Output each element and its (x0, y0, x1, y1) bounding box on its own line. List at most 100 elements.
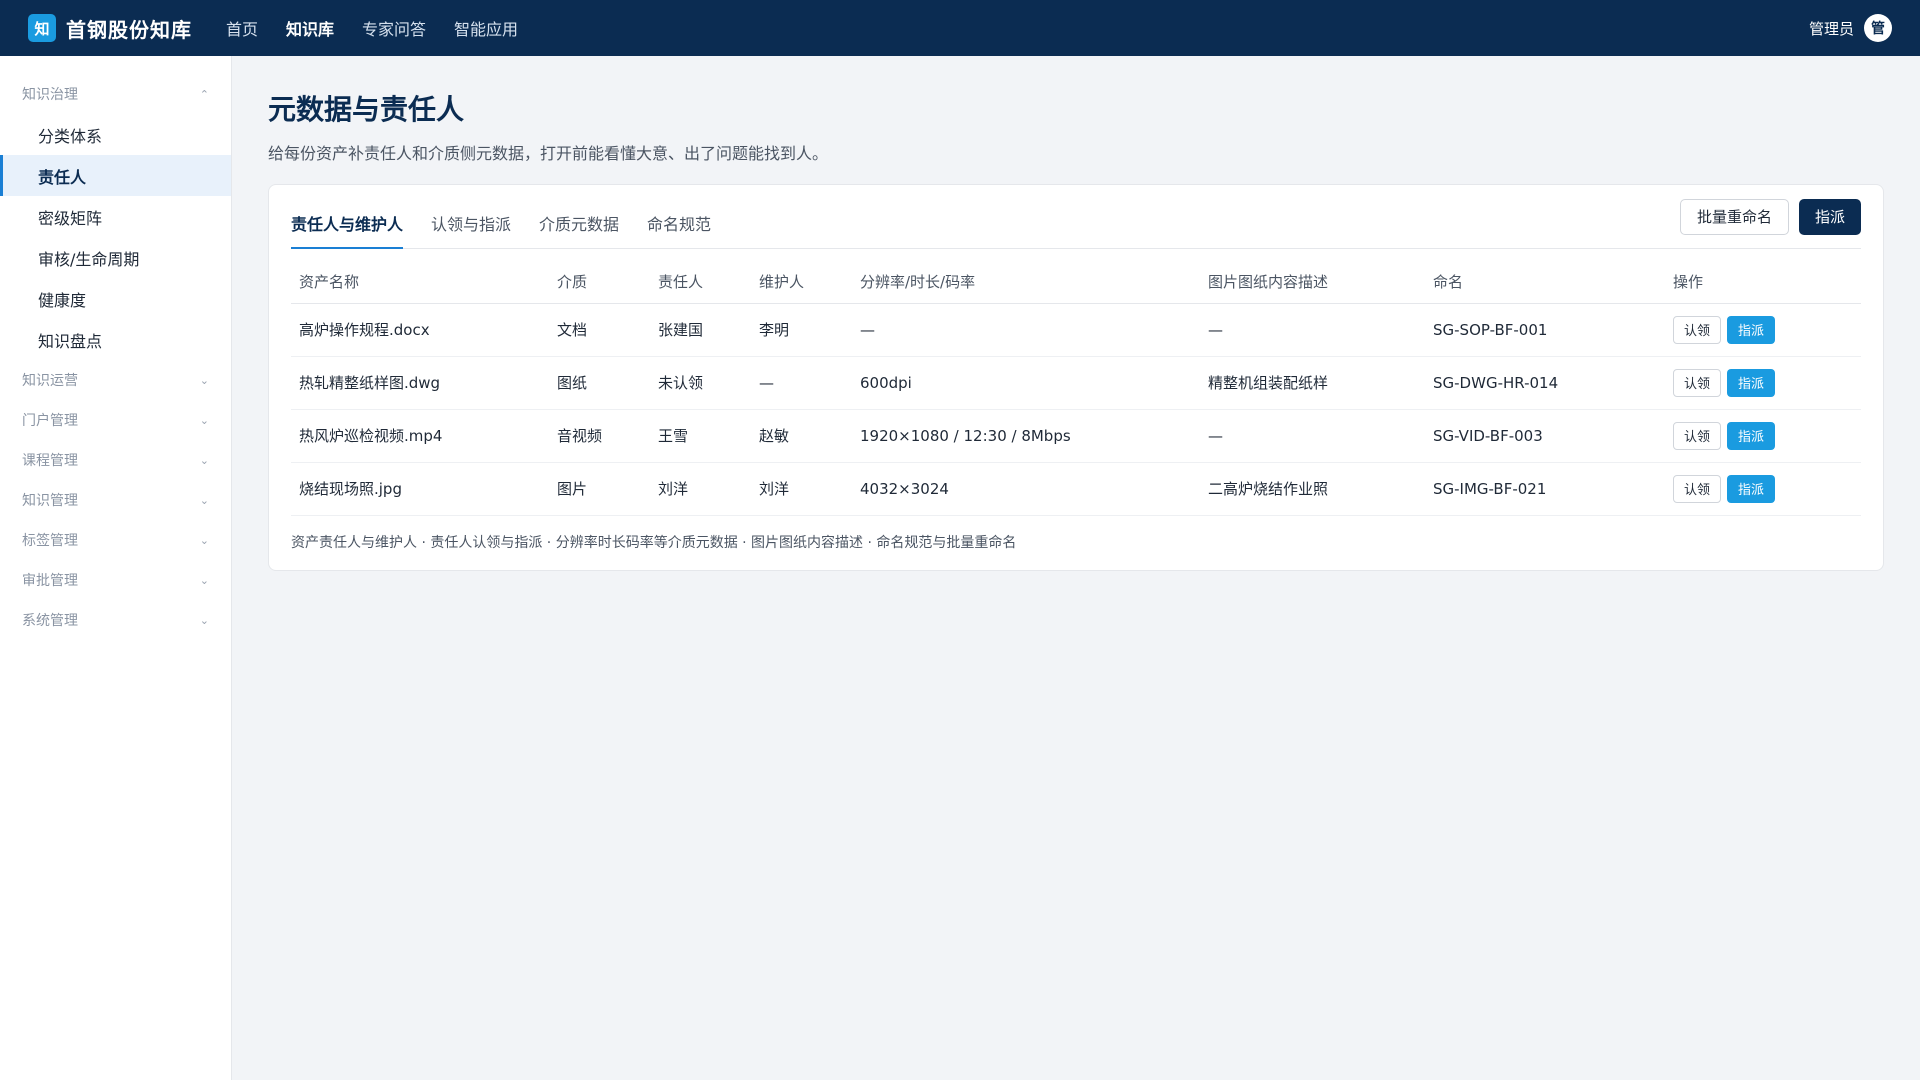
main-content: 元数据与责任人 给每份资产补责任人和介质侧元数据，打开前能看懂大意、出了问题能找… (268, 56, 1884, 571)
table-cell: 文档 (549, 303, 650, 357)
top-nav-item[interactable]: 智能应用 (454, 16, 518, 40)
column-header: 命名 (1425, 261, 1665, 304)
table-cell: — (852, 303, 1200, 357)
avatar[interactable]: 管 (1864, 14, 1892, 42)
table-cell: 刘洋 (751, 462, 852, 516)
brand-name: 首钢股份知库 (66, 17, 192, 42)
sidebar-group-label: 标签管理 (22, 533, 78, 549)
claim-button[interactable]: 认领 (1673, 368, 1722, 397)
top-nav-item[interactable]: 首页 (226, 16, 258, 40)
table-cell: 王雪 (650, 409, 751, 463)
chevron-down-icon: ⌄ (199, 613, 209, 627)
column-header: 资产名称 (291, 261, 549, 304)
row-actions: 认领 指派 (1665, 303, 1861, 357)
tab-item[interactable]: 责任人与维护人 (291, 211, 404, 249)
page-subtitle: 给每份资产补责任人和介质侧元数据，打开前能看懂大意、出了问题能找到人。 (268, 144, 829, 163)
sidebar-group-header[interactable]: 知识管理 ⌄ (0, 480, 231, 520)
user-name: 管理员 (1808, 19, 1854, 38)
table-cell: 600dpi (852, 356, 1200, 410)
chevron-up-icon: ⌃ (199, 87, 209, 101)
sidebar-group-header[interactable]: 门户管理 ⌄ (0, 400, 231, 440)
table-cell: 图纸 (549, 356, 650, 410)
brand-logo-icon: 知 (28, 14, 56, 42)
table-row: 高炉操作规程.docx 文档 张建国 李明 — — SG-SOP-BF-001 认领 指派 (291, 303, 1861, 357)
sidebar-group-header[interactable]: 系统管理 ⌄ (0, 600, 231, 640)
column-header: 介质 (549, 261, 650, 304)
row-assign-button[interactable]: 指派 (1727, 368, 1776, 397)
page-title: 元数据与责任人 (268, 93, 465, 126)
tab-item[interactable]: 认领与指派 (431, 211, 511, 249)
batch-rename-button[interactable]: 批量重命名 (1679, 198, 1789, 235)
chevron-down-icon: ⌄ (199, 493, 209, 507)
table-cell: 高炉操作规程.docx (291, 303, 549, 357)
table-cell: 精整机组装配纸样 (1200, 356, 1425, 410)
sidebar-group-label: 知识管理 (22, 493, 78, 509)
table-cell: 张建国 (650, 303, 751, 357)
top-nav-item[interactable]: 知识库 (286, 16, 334, 40)
table-body: 高炉操作规程.docx 文档 张建国 李明 — — SG-SOP-BF-001 认领 指派 热轧精… (291, 303, 1861, 516)
sidebar-item[interactable]: 知识盘点 (0, 319, 231, 360)
chevron-down-icon: ⌄ (199, 373, 209, 387)
table-cell: 1920×1080 / 12:30 / 8Mbps (852, 409, 1200, 463)
column-header: 操作 (1665, 261, 1861, 304)
sidebar: 知识治理 ⌃ 分类体系 责任人 密级矩阵 审核/生命周期 健康度 知识盘点知识运营 ⌄ 门户管理 ⌄… (0, 56, 232, 1080)
table-cell: 未认领 (650, 356, 751, 410)
row-assign-button[interactable]: 指派 (1727, 421, 1776, 450)
sidebar-group-header[interactable]: 知识治理 ⌃ (0, 74, 231, 114)
sidebar-group-label: 审批管理 (22, 573, 78, 589)
table-cell: 烧结现场照.jpg (291, 462, 549, 516)
asset-table: 资产名称 介质 责任人 维护人 分辨率/时长/码率 图片图纸内容描述 命名 操作 高炉操作规程… (291, 261, 1861, 516)
chevron-down-icon: ⌄ (199, 573, 209, 587)
sidebar-group-header[interactable]: 审批管理 ⌄ (0, 560, 231, 600)
row-assign-button[interactable]: 指派 (1727, 315, 1776, 344)
sidebar-group-label: 知识运营 (22, 373, 78, 389)
claim-button[interactable]: 认领 (1673, 315, 1722, 344)
user-menu[interactable]: 管理员 管 (1809, 14, 1892, 42)
claim-button[interactable]: 认领 (1673, 421, 1722, 450)
sidebar-item[interactable]: 审核/生命周期 (0, 237, 231, 278)
table-row: 热风炉巡检视频.mp4 音视频 王雪 赵敏 1920×1080 / 12:30 / 8M… (291, 409, 1861, 463)
card-header: 责任人与维护人 认领与指派 介质元数据 命名规范 批量重命名 指派 (291, 185, 1861, 249)
column-header: 维护人 (751, 261, 852, 304)
sidebar-group-label: 门户管理 (22, 413, 78, 429)
table-cell: 4032×3024 (852, 462, 1200, 516)
assign-button[interactable]: 指派 (1798, 198, 1861, 235)
top-nav-item[interactable]: 专家问答 (362, 16, 426, 40)
column-header: 责任人 (650, 261, 751, 304)
table-cell: 热风炉巡检视频.mp4 (291, 409, 549, 463)
metadata-card: 责任人与维护人 认领与指派 介质元数据 命名规范 批量重命名 指派 资产名称 介质 责任人… (268, 184, 1884, 571)
sidebar-item[interactable]: 密级矩阵 (0, 196, 231, 237)
tab-item[interactable]: 介质元数据 (539, 211, 619, 249)
row-actions: 认领 指派 (1665, 409, 1861, 463)
claim-button[interactable]: 认领 (1673, 474, 1722, 503)
column-header: 分辨率/时长/码率 (852, 261, 1200, 304)
table-cell: 图片 (549, 462, 650, 516)
sidebar-item[interactable]: 责任人 (0, 155, 231, 196)
table-header-row: 资产名称 介质 责任人 维护人 分辨率/时长/码率 图片图纸内容描述 命名 操作 (291, 261, 1861, 304)
sidebar-item[interactable]: 分类体系 (0, 114, 231, 155)
chevron-down-icon: ⌄ (199, 413, 209, 427)
table-row: 热轧精整纸样图.dwg 图纸 未认领 —600dpi 精整机组装配纸样 SG-DWG-HR… (291, 356, 1861, 410)
sidebar-group-label: 课程管理 (22, 453, 78, 469)
table-cell: 李明 (751, 303, 852, 357)
table-cell: — (1200, 303, 1425, 357)
tab-item[interactable]: 命名规范 (647, 211, 711, 249)
header-actions: 批量重命名 指派 (1679, 198, 1861, 235)
sidebar-group-label: 系统管理 (22, 613, 78, 629)
row-actions: 认领 指派 (1665, 462, 1861, 516)
sidebar-group-header[interactable]: 课程管理 ⌄ (0, 440, 231, 480)
row-assign-button[interactable]: 指派 (1727, 474, 1776, 503)
sidebar-group-header[interactable]: 知识运营 ⌄ (0, 360, 231, 400)
table-cell: 二高炉烧结作业照 (1200, 462, 1425, 516)
column-header: 图片图纸内容描述 (1200, 261, 1425, 304)
footnote: 资产责任人与维护人 · 责任人认领与指派 · 分辨率时长码率等介质元数据 · 图… (291, 534, 1017, 551)
table-cell: — (751, 356, 852, 410)
table-cell: 赵敏 (751, 409, 852, 463)
brand[interactable]: 知 首钢股份知库 (28, 14, 226, 43)
sidebar-group-label: 知识治理 (22, 87, 78, 103)
sidebar-group-header[interactable]: 标签管理 ⌄ (0, 520, 231, 560)
sidebar-item[interactable]: 健康度 (0, 278, 231, 319)
table-cell: SG-VID-BF-003 (1425, 409, 1665, 463)
chevron-down-icon: ⌄ (199, 533, 209, 547)
table-row: 烧结现场照.jpg 图片 刘洋 刘洋 4032×3024 二高炉烧结作业照 SG-IMG-B… (291, 462, 1861, 516)
